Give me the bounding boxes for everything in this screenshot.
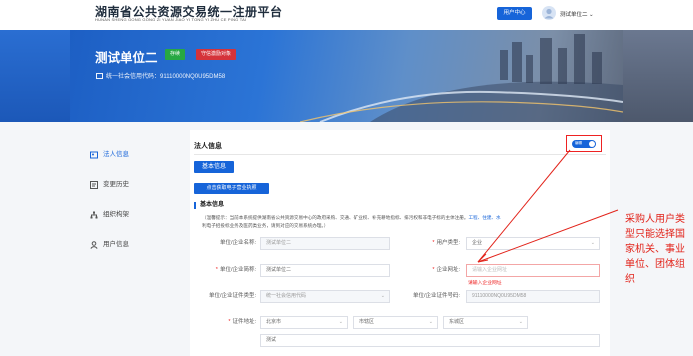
annotation-arrow: [477, 149, 619, 263]
annotation-note: 采购人用户类型只能选择国家机关、事业单位、团体组织: [625, 214, 685, 285]
